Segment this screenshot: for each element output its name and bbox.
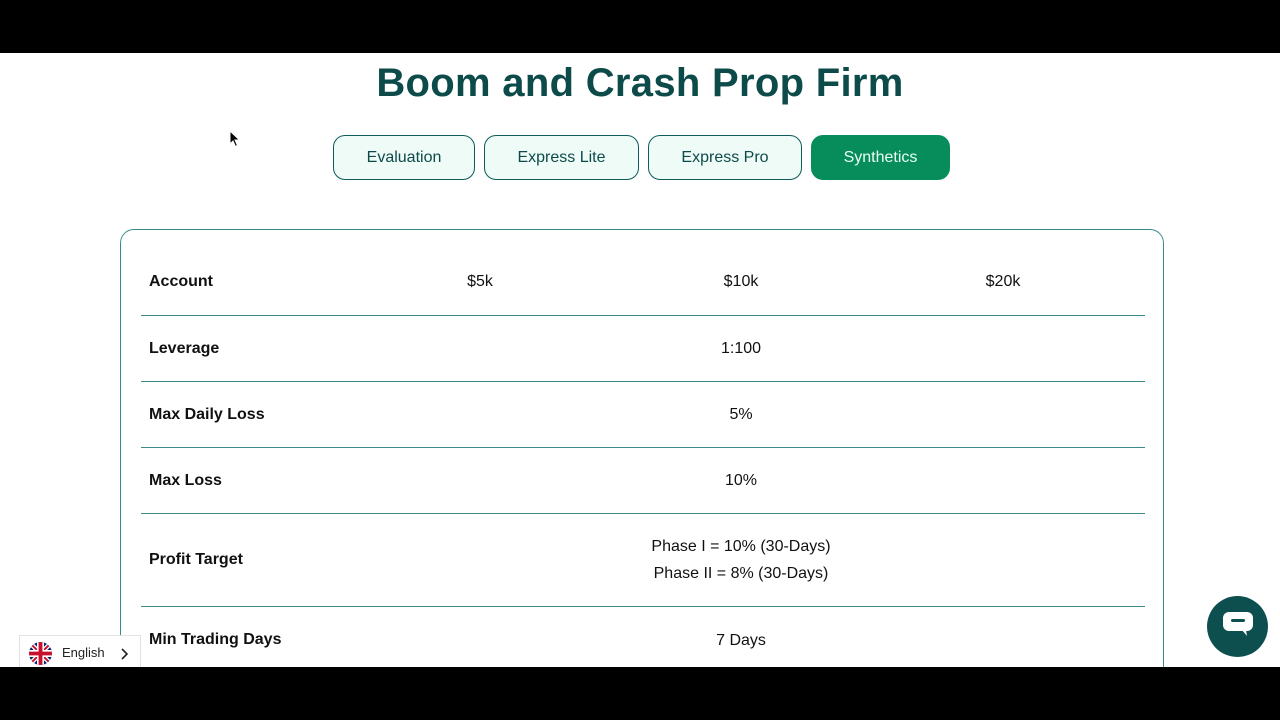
uk-flag-icon xyxy=(29,642,52,667)
table-row-max-daily-loss: Max Daily Loss 5% xyxy=(141,382,1145,448)
plan-details-table: Account $5k $10k $20k Leverage 1:100 Max… xyxy=(141,230,1145,667)
row-label-account: Account xyxy=(149,273,213,290)
min-trading-days-value: 7 Days xyxy=(716,631,766,649)
max-loss-value: 10% xyxy=(724,472,758,489)
letterbox-bottom xyxy=(0,667,1280,720)
account-10k: $10k xyxy=(723,273,759,290)
row-label-max-daily-loss: Max Daily Loss xyxy=(149,405,265,423)
page-title: Boom and Crash Prop Firm xyxy=(376,61,904,105)
plan-tabs: Evaluation Express Lite Express Pro Synt… xyxy=(0,135,1280,182)
table-row-profit-target: Profit Target Phase I = 10% (30-Days) Ph… xyxy=(141,514,1145,607)
tab-evaluation[interactable]: Evaluation xyxy=(333,135,475,180)
profit-target-phase-1: Phase I = 10% (30-Days) xyxy=(651,538,831,555)
tab-synthetics[interactable]: Synthetics xyxy=(811,135,950,180)
letterbox-top xyxy=(0,0,1280,53)
profit-target-value: Phase I = 10% (30-Days) Phase II = 8% (3… xyxy=(631,514,851,606)
profit-target-phase-2: Phase II = 8% (30-Days) xyxy=(653,565,829,582)
account-20k: $20k xyxy=(985,273,1021,290)
leverage-value: 1:100 xyxy=(720,340,762,357)
account-5k: $5k xyxy=(467,273,493,290)
row-label-max-loss: Max Loss xyxy=(149,471,222,489)
chevron-right-icon xyxy=(120,647,130,665)
tab-express-pro[interactable]: Express Pro xyxy=(648,135,802,180)
table-row-min-trading-days: Min Trading Days 7 Days xyxy=(141,607,1145,667)
max-daily-loss-value: 5% xyxy=(729,406,753,423)
table-row-account: Account $5k $10k $20k xyxy=(141,230,1145,316)
row-label-leverage: Leverage xyxy=(149,339,220,357)
plan-details-card: Account $5k $10k $20k Leverage 1:100 Max… xyxy=(120,229,1164,667)
mouse-cursor-icon xyxy=(229,129,241,153)
language-switcher[interactable]: English xyxy=(19,635,141,667)
table-row-leverage: Leverage 1:100 xyxy=(141,316,1145,382)
language-label: English xyxy=(62,645,105,660)
row-label-min-trading-days: Min Trading Days xyxy=(149,631,282,648)
table-row-max-loss: Max Loss 10% xyxy=(141,448,1145,514)
chat-bubble-icon xyxy=(1222,610,1254,643)
row-label-profit-target: Profit Target xyxy=(149,551,243,568)
tab-express-lite[interactable]: Express Lite xyxy=(484,135,639,180)
chat-button[interactable] xyxy=(1207,596,1268,657)
page-viewport: Boom and Crash Prop Firm Evaluation Expr… xyxy=(0,53,1280,667)
